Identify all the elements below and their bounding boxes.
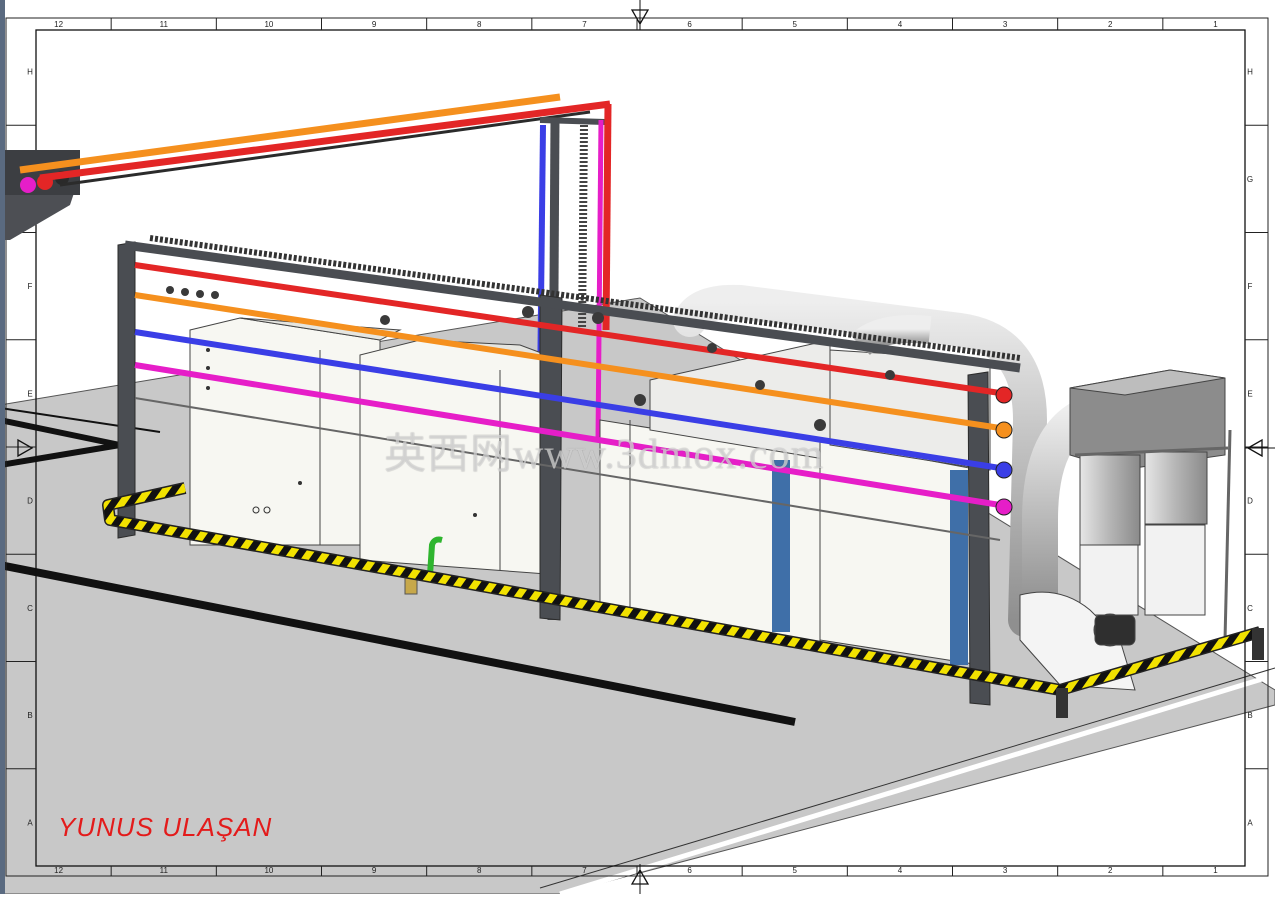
zone-column-label: 1 bbox=[1213, 20, 1218, 29]
overhead-pipe-red bbox=[39, 100, 611, 182]
zone-column-label: 3 bbox=[1003, 866, 1008, 875]
zone-row-label: F bbox=[1248, 282, 1253, 291]
support-post-blue bbox=[772, 460, 790, 632]
zone-column-label: 8 bbox=[477, 866, 482, 875]
watermark: 英西网www.3dmox.com bbox=[384, 432, 825, 478]
zone-row-label: D bbox=[27, 497, 33, 506]
zone-column-label: 4 bbox=[898, 866, 903, 875]
vertical-riser-red bbox=[602, 103, 612, 331]
zone-column-label: 12 bbox=[54, 866, 63, 875]
vertical-riser-magenta bbox=[595, 119, 604, 441]
dust-collector bbox=[1069, 369, 1232, 641]
guard-post bbox=[1252, 628, 1264, 660]
zone-row-label: H bbox=[1247, 68, 1253, 77]
zone-row-label: C bbox=[27, 604, 33, 613]
zone-column-label: 8 bbox=[477, 20, 482, 29]
overhead-beam bbox=[539, 117, 606, 125]
zone-column-label: 5 bbox=[793, 866, 798, 875]
zone-column-label: 10 bbox=[264, 866, 273, 875]
zone-column-label: 10 bbox=[264, 20, 273, 29]
guard-post bbox=[1056, 688, 1068, 718]
zone-column-label: 4 bbox=[898, 20, 903, 29]
zone-column-label: 2 bbox=[1108, 20, 1113, 29]
zone-column-label: 6 bbox=[687, 20, 692, 29]
zone-column-label: 7 bbox=[582, 20, 587, 29]
zone-row-label: B bbox=[1247, 711, 1252, 720]
zone-column-label: 9 bbox=[372, 20, 377, 29]
zone-column-label: 12 bbox=[54, 20, 63, 29]
zone-row-label: B bbox=[27, 711, 32, 720]
overhead-pipe-orange bbox=[19, 93, 561, 174]
zone-column-label: 9 bbox=[372, 866, 377, 875]
pipe-end-cap bbox=[995, 461, 1013, 479]
zone-column-label: 7 bbox=[582, 866, 587, 875]
zone-row-label: E bbox=[27, 389, 32, 398]
overhead-pipe-dark bbox=[59, 110, 591, 187]
pipe-end-cap bbox=[995, 386, 1013, 404]
zone-column-label: 3 bbox=[1003, 20, 1008, 29]
zone-column-label: 6 bbox=[687, 866, 692, 875]
zone-column-label: 1 bbox=[1213, 866, 1218, 875]
zone-row-label: A bbox=[1247, 818, 1253, 827]
zone-row-label: F bbox=[28, 282, 33, 291]
zone-row-label: A bbox=[27, 818, 33, 827]
author-signature: YUNUS ULAŞAN bbox=[58, 812, 273, 842]
window-edge bbox=[0, 0, 5, 894]
zone-row-label: E bbox=[1247, 389, 1252, 398]
zone-column-label: 2 bbox=[1108, 866, 1113, 875]
zone-column-label: 5 bbox=[793, 20, 798, 29]
zone-column-label: 11 bbox=[160, 866, 169, 875]
zone-row-label: C bbox=[1247, 604, 1253, 613]
pipe-end-cap bbox=[995, 498, 1013, 516]
zone-row-label: D bbox=[1247, 497, 1253, 506]
zone-column-label: 11 bbox=[160, 20, 169, 29]
zone-row-label: H bbox=[27, 68, 33, 77]
pipe-end-cap bbox=[995, 421, 1013, 439]
zone-row-label: G bbox=[1247, 175, 1253, 184]
